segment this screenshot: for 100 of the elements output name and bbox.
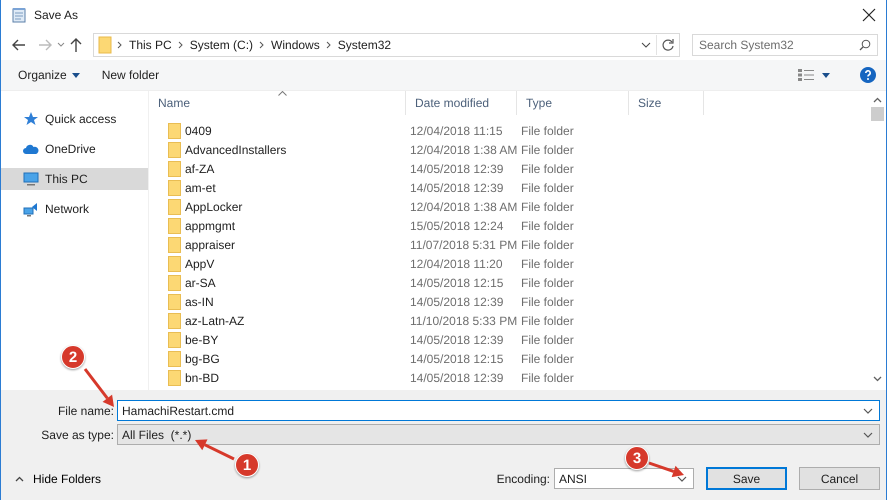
date-modified: 12/04/2018 11:20 — [409, 256, 504, 270]
chevron-icon — [15, 476, 24, 482]
hide-folders-button[interactable]: Hide Folders — [15, 472, 102, 486]
date-modified: 12/04/2018 1:38 AM — [409, 142, 517, 156]
breadcrumb[interactable]: Windows — [266, 38, 325, 52]
folder-icon — [168, 274, 181, 290]
file-name-field[interactable]: HamachiRestart.cmd — [117, 400, 880, 421]
file-name[interactable]: AppV — [185, 256, 214, 270]
search-field[interactable]: Search System32 — [692, 34, 878, 56]
date-modified: 11/07/2018 5:31 PM — [409, 238, 517, 252]
column-header[interactable]: Date modified — [406, 91, 517, 115]
folder-icon — [168, 332, 181, 348]
file-type: File folder — [520, 180, 575, 194]
sidebar-item[interactable]: Quick access — [1, 108, 148, 130]
file-type: File folder — [520, 332, 575, 346]
chevron-icon — [116, 41, 124, 49]
dropdown-icon[interactable] — [863, 408, 873, 414]
refresh-icon[interactable] — [661, 38, 675, 52]
new-folder-button[interactable]: New folder — [92, 65, 168, 85]
notepad-icon — [11, 7, 27, 23]
file-name[interactable]: AppLocker — [185, 200, 242, 214]
file-type: File folder — [520, 162, 575, 176]
date-modified: 11/10/2018 5:33 PM — [409, 314, 517, 328]
folder-icon — [168, 236, 181, 252]
dialog-button[interactable]: Save — [706, 467, 787, 490]
date-modified: 12/04/2018 1:38 AM — [409, 200, 517, 214]
scroll-up-icon[interactable] — [873, 97, 882, 103]
column-header[interactable]: Type — [517, 91, 629, 115]
sort-icon — [278, 91, 287, 96]
chevron-icon — [176, 41, 185, 49]
date-modified: 14/05/2018 12:39 — [409, 332, 504, 346]
up-icon[interactable] — [69, 37, 83, 53]
dialog-button[interactable]: Cancel — [799, 467, 880, 490]
file-type-dropdown[interactable]: All Files (*.*) — [117, 424, 880, 445]
file-name[interactable]: af-ZA — [185, 162, 214, 176]
field-label: Save as type: — [40, 428, 115, 442]
date-modified: 14/05/2018 12:39 — [409, 370, 504, 384]
network-icon — [23, 201, 39, 217]
folder-icon — [168, 312, 181, 328]
file-type: File folder — [520, 238, 575, 252]
folder-icon — [168, 294, 181, 310]
file-name[interactable]: appraiser — [185, 238, 236, 252]
file-name[interactable]: AdvancedInstallers — [185, 142, 286, 156]
folder-icon — [168, 350, 181, 366]
folder-icon — [168, 160, 181, 176]
folder-icon — [168, 142, 181, 158]
file-type: File folder — [520, 124, 575, 138]
view-options-icon[interactable] — [798, 69, 832, 81]
dropdown-icon[interactable] — [677, 476, 687, 482]
file-type: File folder — [520, 314, 575, 328]
sidebar-item[interactable]: This PC — [1, 168, 148, 190]
breadcrumb[interactable]: System32 — [332, 38, 396, 52]
pointer-arrow — [195, 439, 235, 460]
sidebar-item[interactable]: OneDrive — [1, 138, 148, 160]
file-type: File folder — [520, 294, 575, 308]
pointer-arrow — [84, 368, 114, 407]
date-modified: 15/05/2018 12:24 — [409, 218, 504, 232]
folder-icon — [168, 122, 181, 138]
file-type: File folder — [520, 352, 575, 366]
file-name[interactable]: bn-BD — [185, 370, 220, 384]
close-icon[interactable] — [862, 8, 876, 22]
folder-icon — [168, 198, 181, 214]
help-icon[interactable] — [860, 67, 876, 83]
file-name[interactable]: az-Latn-AZ — [185, 314, 244, 328]
column-header[interactable]: Size — [629, 91, 704, 115]
file-name[interactable]: ar-SA — [185, 276, 216, 290]
date-modified: 14/05/2018 12:39 — [409, 162, 504, 176]
breadcrumb[interactable]: This PC — [124, 38, 177, 52]
scrollbar-thumb[interactable] — [871, 107, 884, 121]
file-type: File folder — [520, 370, 575, 384]
search-icon — [859, 39, 871, 51]
file-name[interactable]: 0409 — [185, 124, 212, 138]
file-name[interactable]: be-BY — [185, 332, 218, 346]
sidebar-item[interactable]: Network — [1, 198, 148, 220]
folder-icon — [168, 180, 181, 196]
file-name[interactable]: appmgmt — [185, 218, 236, 232]
date-modified: 12/04/2018 11:15 — [409, 124, 504, 138]
file-name[interactable]: am-et — [185, 180, 216, 194]
organize-button[interactable]: Organize — [9, 65, 89, 85]
folder-icon — [98, 36, 112, 54]
step-badge: 2 — [61, 345, 85, 369]
computer-icon — [23, 171, 39, 187]
chevron-icon — [324, 41, 333, 49]
window-title: Save As — [34, 8, 78, 22]
scroll-down-icon[interactable] — [873, 376, 882, 382]
back-icon[interactable] — [11, 37, 27, 53]
encoding-dropdown[interactable]: ANSI — [554, 468, 694, 489]
column-header[interactable]: Name — [149, 91, 406, 115]
file-name[interactable]: bg-BG — [185, 352, 220, 366]
file-type: File folder — [520, 218, 575, 232]
field-label: File name: — [56, 404, 115, 418]
file-type: File folder — [520, 276, 575, 290]
pointer-arrow — [648, 462, 684, 478]
breadcrumb[interactable]: System (C:) — [184, 38, 258, 52]
dropdown-icon[interactable] — [863, 432, 873, 438]
file-name[interactable]: as-IN — [185, 294, 214, 308]
file-type: File folder — [520, 200, 575, 214]
date-modified: 14/05/2018 12:15 — [409, 276, 504, 290]
folder-icon — [168, 218, 181, 234]
file-type: File folder — [520, 256, 575, 270]
